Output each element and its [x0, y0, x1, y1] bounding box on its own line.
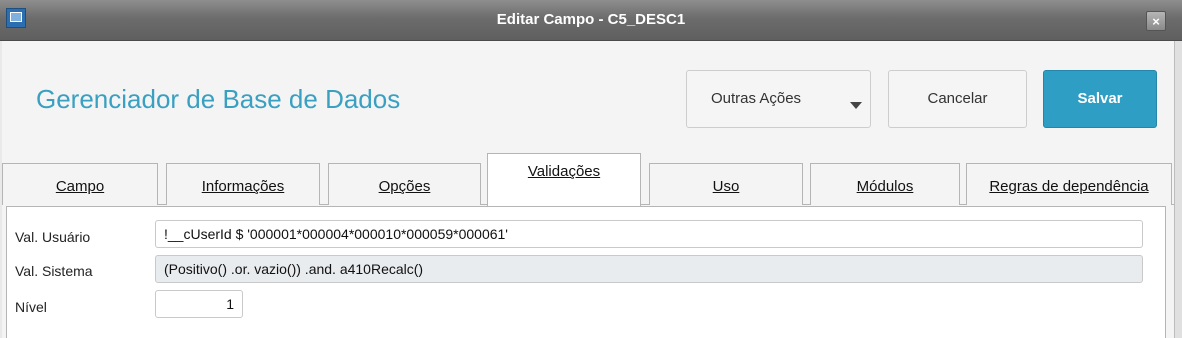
tab-label: Validações — [527, 163, 601, 180]
tab-label: Módulos — [856, 178, 914, 195]
tab-informacoes[interactable]: Informações — [166, 163, 320, 205]
validations-panel: Val. Usuário !__cUserId $ '000001*000004… — [6, 206, 1166, 338]
other-actions-label: Outras Ações — [711, 90, 802, 107]
tab-uso[interactable]: Uso — [649, 163, 803, 205]
tab-campo[interactable]: Campo — [2, 163, 158, 205]
val-sistema-field: (Positivo() .or. vazio()) .and. a410Reca… — [155, 255, 1143, 283]
title-bar: Editar Campo - C5_DESC1 × — [0, 0, 1182, 41]
other-actions-button[interactable]: Outras Ações — [686, 70, 871, 128]
val-usuario-field[interactable]: !__cUserId $ '000001*000004*000010*00005… — [155, 220, 1143, 248]
val-sistema-label: Val. Sistema — [15, 263, 93, 279]
chevron-down-icon — [850, 102, 862, 109]
tab-regras-dependencia[interactable]: Regras de dependência — [966, 163, 1172, 205]
tab-opcoes[interactable]: Opções — [328, 163, 481, 205]
save-button[interactable]: Salvar — [1043, 70, 1157, 128]
cancel-button[interactable]: Cancelar — [888, 70, 1027, 128]
dialog-body: Gerenciador de Base de Dados Outras Açõe… — [2, 41, 1174, 338]
tab-label: Campo — [55, 178, 105, 195]
tab-label: Uso — [712, 178, 740, 195]
nivel-field[interactable]: 1 — [155, 290, 243, 318]
window-edge — [1174, 41, 1182, 338]
tab-modulos[interactable]: Módulos — [810, 163, 960, 205]
window-title: Editar Campo - C5_DESC1 — [496, 11, 686, 28]
tab-label: Informações — [201, 178, 285, 195]
nivel-label: Nível — [15, 299, 47, 315]
val-usuario-label: Val. Usuário — [15, 229, 91, 245]
tab-label: Opções — [378, 178, 431, 195]
tab-label: Regras de dependência — [989, 178, 1149, 195]
tab-validacoes[interactable]: Validações — [487, 153, 641, 206]
close-button[interactable]: × — [1146, 11, 1166, 31]
page-title: Gerenciador de Base de Dados — [36, 84, 401, 114]
